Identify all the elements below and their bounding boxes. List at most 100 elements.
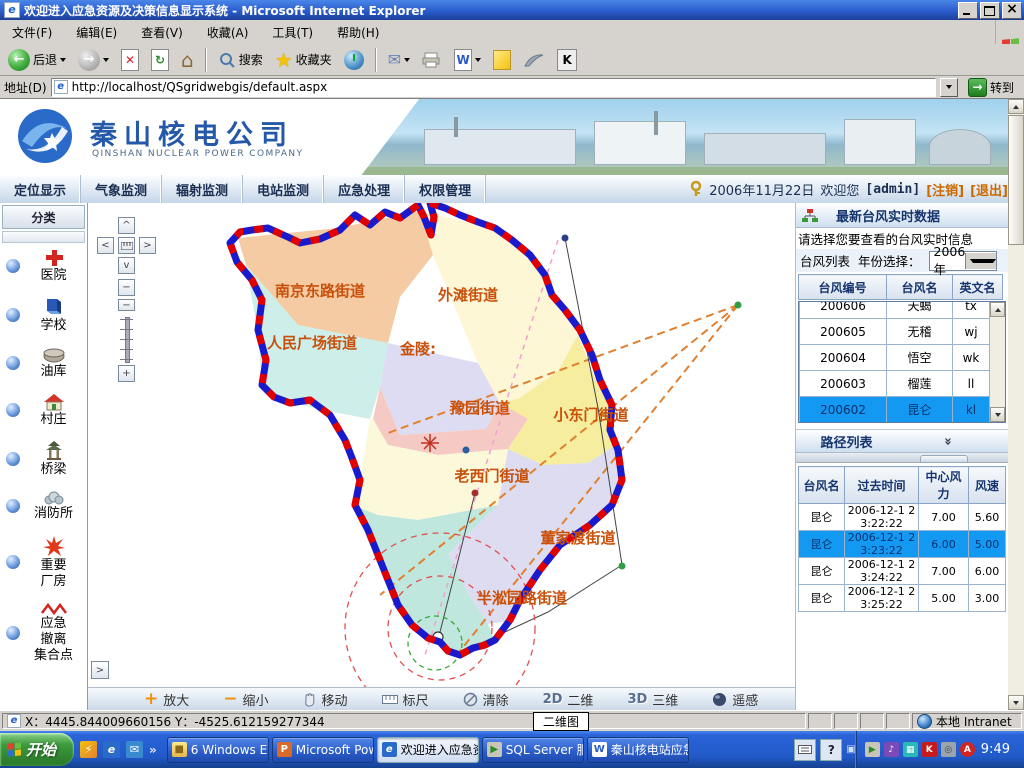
zoom-out-button[interactable]: − bbox=[118, 279, 135, 296]
table-row[interactable]: 昆仑2006-12-1 23:25:225.003.00 bbox=[799, 585, 1006, 612]
menu-edit[interactable]: 编辑(E) bbox=[64, 21, 129, 44]
forward-dropdown-icon[interactable] bbox=[103, 58, 109, 62]
gis-map[interactable]: 南京东路街道 外滩街道 人民广场街道 金陵: 豫园街道 小东门街道 老西门街道 … bbox=[88, 203, 795, 710]
tab-weather-monitor[interactable]: 气象监测 bbox=[81, 175, 162, 203]
task-windows-explorer[interactable]: ■ 6 Windows Expl... bbox=[167, 737, 269, 763]
kaspersky-tray-icon[interactable]: K bbox=[922, 742, 937, 757]
keyboard-icon[interactable] bbox=[794, 739, 816, 761]
title-bar[interactable]: e 欢迎进入应急资源及决策信息显示系统 - Microsoft Internet… bbox=[0, 0, 1024, 20]
year-select[interactable]: 2006年 bbox=[929, 251, 997, 271]
back-dropdown-icon[interactable] bbox=[60, 58, 66, 62]
pan-tool[interactable]: 移动 bbox=[303, 690, 348, 709]
path-list-header[interactable]: 路径列表 » bbox=[796, 429, 1008, 453]
maximize-button[interactable] bbox=[980, 2, 1000, 19]
discuss-button[interactable] bbox=[519, 51, 549, 69]
logout-link[interactable]: [注销] bbox=[926, 180, 964, 199]
pan-center-button[interactable] bbox=[118, 237, 135, 254]
network-grid-tray-icon[interactable]: ▦ bbox=[903, 742, 918, 757]
col-typhoon-id[interactable]: 台风编号 bbox=[799, 275, 887, 300]
sidebar-item-fire-station[interactable]: 消防所 bbox=[6, 491, 87, 521]
print-button[interactable] bbox=[418, 50, 446, 70]
year-dropdown-icon[interactable] bbox=[965, 253, 995, 269]
close-button[interactable] bbox=[1002, 2, 1022, 19]
sidebar-item-hospital[interactable]: 医院 bbox=[6, 249, 87, 283]
pan-down-button[interactable]: v bbox=[118, 257, 135, 274]
scroll-up-icon[interactable] bbox=[1008, 99, 1024, 114]
sidebar-item-important-plant[interactable]: 重要 厂房 bbox=[6, 535, 87, 589]
scroll-down-icon[interactable] bbox=[1008, 695, 1024, 710]
sidebar-subbar[interactable] bbox=[2, 231, 85, 243]
taskbar-clock[interactable]: 9:49 bbox=[979, 742, 1016, 757]
clear-tool[interactable]: 清除 bbox=[463, 690, 509, 709]
pan-up-button[interactable]: ^ bbox=[118, 217, 135, 234]
address-dropdown[interactable] bbox=[940, 78, 958, 97]
col-name[interactable]: 台风名 bbox=[799, 467, 845, 504]
table-row[interactable]: 昆仑2006-12-1 23:24:227.006.00 bbox=[799, 558, 1006, 585]
sidebar-item-bridge[interactable]: 桥梁 bbox=[6, 441, 87, 477]
typhoon-table-scrollbar[interactable] bbox=[990, 302, 1005, 422]
scroll-down-icon[interactable] bbox=[990, 407, 1005, 422]
minimize-button[interactable] bbox=[958, 2, 978, 19]
notes-button[interactable] bbox=[489, 49, 515, 71]
stop-button[interactable]: ✕ bbox=[117, 48, 143, 72]
ati-tray-icon[interactable]: A bbox=[960, 742, 975, 757]
col-typhoon-name[interactable]: 台风名 bbox=[887, 275, 953, 300]
help-icon[interactable]: ? bbox=[820, 739, 842, 761]
edit-dropdown-icon[interactable] bbox=[475, 58, 481, 62]
scroll-thumb[interactable] bbox=[1008, 115, 1024, 245]
sidebar-item-assembly-point[interactable]: 应急 撤离 集合点 bbox=[6, 603, 87, 663]
go-button[interactable]: → 转到 bbox=[962, 78, 1020, 97]
edit-word-button[interactable]: W bbox=[450, 48, 485, 72]
zoom-slider-handle[interactable]: − bbox=[118, 299, 135, 311]
zoom-out-tool[interactable]: − 缩小 bbox=[223, 690, 268, 709]
col-typhoon-en[interactable]: 英文名 bbox=[953, 275, 1003, 300]
table-row-selected[interactable]: 200602昆仑kl bbox=[800, 397, 990, 423]
menu-help[interactable]: 帮助(H) bbox=[325, 21, 391, 44]
sidebar-item-village[interactable]: 村庄 bbox=[6, 393, 87, 427]
task-ie-active[interactable]: e 欢迎进入应急资... bbox=[377, 737, 479, 763]
history-button[interactable] bbox=[340, 49, 368, 71]
sidebar-item-school[interactable]: 学校 bbox=[6, 297, 87, 333]
search-button[interactable]: 搜索 bbox=[214, 50, 267, 70]
tab-station-monitor[interactable]: 电站监测 bbox=[243, 175, 324, 203]
expand-panel-button[interactable]: > bbox=[91, 661, 109, 679]
sql-server-tray-icon[interactable]: ▶ bbox=[865, 742, 880, 757]
task-powerpoint[interactable]: P Microsoft PowerP... bbox=[272, 737, 374, 763]
favorites-button[interactable]: ★ 收藏夹 bbox=[271, 50, 336, 70]
menu-tools[interactable]: 工具(T) bbox=[260, 21, 325, 44]
table-row[interactable]: 200604悟空wk bbox=[800, 345, 990, 371]
col-past-time[interactable]: 过去时间 bbox=[845, 467, 919, 504]
exit-link[interactable]: [退出] bbox=[970, 180, 1008, 199]
table-row[interactable]: 200605无稽wj bbox=[800, 319, 990, 345]
tab-permission[interactable]: 权限管理 bbox=[405, 175, 486, 203]
table-row[interactable]: 200603榴莲ll bbox=[800, 371, 990, 397]
mail-button[interactable]: ✉ bbox=[384, 49, 414, 70]
forward-button[interactable]: → bbox=[74, 48, 113, 72]
zoom-in-tool[interactable]: + 放大 bbox=[144, 690, 189, 709]
sidebar-item-oil-depot[interactable]: 油库 bbox=[6, 347, 87, 379]
zoom-in-button[interactable]: + bbox=[118, 365, 135, 382]
view-3d-tool[interactable]: 3D 三维 bbox=[627, 690, 678, 709]
table-row[interactable]: 200606天蝎tx bbox=[800, 302, 990, 319]
task-sql-server[interactable]: ▶ SQL Server 服务... bbox=[482, 737, 584, 763]
address-input[interactable]: e http://localhost/QSgridwebgis/default.… bbox=[51, 78, 936, 97]
zoom-slider-track[interactable] bbox=[125, 317, 130, 363]
task-word-doc[interactable]: W 秦山核电站应急... bbox=[587, 737, 689, 763]
table-row[interactable]: 昆仑2006-12-1 23:22:227.005.60 bbox=[799, 504, 1006, 531]
mail-dropdown-icon[interactable] bbox=[404, 58, 410, 62]
tab-radiation-monitor[interactable]: 辐射监测 bbox=[162, 175, 243, 203]
media-tray-icon[interactable]: ♪ bbox=[884, 742, 899, 757]
menu-file[interactable]: 文件(F) bbox=[0, 21, 64, 44]
remote-sensing-tool[interactable]: 遥感 bbox=[712, 690, 758, 709]
tab-location-display[interactable]: 定位显示 bbox=[0, 175, 81, 203]
show-desktop-icon[interactable]: ⚡ bbox=[80, 741, 97, 758]
col-wind-speed[interactable]: 风速 bbox=[969, 467, 1006, 504]
ruler-tool[interactable]: 标尺 bbox=[382, 690, 429, 709]
language-bar-restore-icon[interactable]: ▣ bbox=[846, 744, 855, 755]
quick-launch-overflow-icon[interactable]: » bbox=[149, 743, 157, 757]
map-canvas[interactable]: 南京东路街道 外滩街道 人民广场街道 金陵: 豫园街道 小东门街道 老西门街道 … bbox=[88, 203, 795, 687]
start-button[interactable]: 开始 bbox=[0, 733, 74, 766]
back-button[interactable]: ← 后退 bbox=[4, 48, 70, 72]
scroll-up-icon[interactable] bbox=[990, 302, 1005, 317]
refresh-button[interactable]: ↻ bbox=[147, 48, 173, 72]
